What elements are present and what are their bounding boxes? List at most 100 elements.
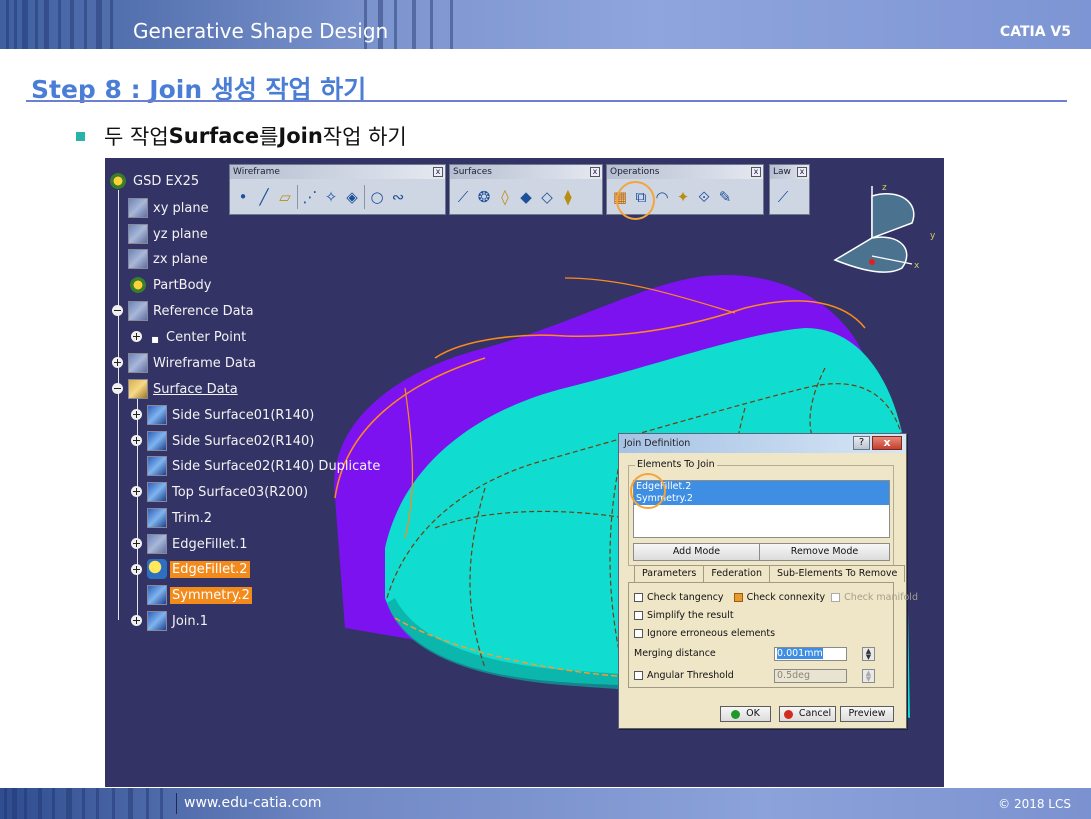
tree-item-xy-plane[interactable]: xy plane xyxy=(128,197,211,219)
extract-tool-icon[interactable]: ⟐ xyxy=(695,187,713,207)
specification-tree[interactable]: GSD EX25 xy plane yz plane zx plane Part… xyxy=(105,158,405,638)
multi-section-tool-icon[interactable]: ◇ xyxy=(538,187,556,207)
ignore-erroneous-option[interactable]: Ignore erroneous elements xyxy=(634,628,775,639)
expand-icon[interactable] xyxy=(131,538,142,549)
cancel-icon xyxy=(783,709,793,719)
edge-fillet-icon xyxy=(147,534,167,554)
partbody-gear-icon xyxy=(128,275,148,295)
toolbar-close-icon[interactable]: x xyxy=(433,167,443,177)
merging-distance-field[interactable]: 0.001mm xyxy=(774,647,847,661)
parallel-curve-tool-icon[interactable]: ◈ xyxy=(343,187,361,207)
tree-item-side-surface01[interactable]: Side Surface01(R140) xyxy=(147,404,316,426)
part-gear-icon xyxy=(108,171,128,191)
check-tangency-option[interactable]: Check tangency Check connexity Check man… xyxy=(634,592,918,603)
translate-tool-icon[interactable]: ✦ xyxy=(674,187,692,207)
compass-icon[interactable]: z y x xyxy=(830,178,935,288)
bullet-text-prefix: 두 작업 xyxy=(104,125,169,149)
join-icon xyxy=(147,611,167,631)
expand-icon[interactable] xyxy=(112,357,123,368)
tab-federation[interactable]: Federation xyxy=(703,565,770,582)
surface-icon xyxy=(147,482,167,502)
catia-3d-viewport[interactable]: GSD EX25 xy plane yz plane zx plane Part… xyxy=(105,158,944,787)
toolbar-close-icon[interactable]: x xyxy=(751,167,761,177)
edge-fillet-icon xyxy=(147,559,167,579)
law-tool-icon[interactable]: ⟋ xyxy=(774,187,792,207)
collapse-icon[interactable] xyxy=(112,383,123,394)
tree-item-reference-data[interactable]: Reference Data xyxy=(128,300,256,322)
tree-root[interactable]: GSD EX25 xyxy=(108,170,201,192)
blend-tool-icon[interactable]: ⧫ xyxy=(559,187,577,207)
expand-icon[interactable] xyxy=(131,486,142,497)
extrapolate-tool-icon[interactable]: ✎ xyxy=(716,187,734,207)
toolbar-close-icon[interactable]: x xyxy=(590,167,600,177)
toolbar-wireframe[interactable]: Wireframe x • ╱ ▱ ⋰ ✧ ◈ ○ ∾ xyxy=(229,164,446,215)
line-tool-icon[interactable]: ╱ xyxy=(255,187,273,207)
tree-item-wireframe-data[interactable]: Wireframe Data xyxy=(128,352,258,374)
tree-item-trim-2[interactable]: Trim.2 xyxy=(147,507,214,529)
tree-item-label: Side Surface02(R140) xyxy=(172,433,315,449)
close-button[interactable]: x xyxy=(872,436,902,450)
tree-item-edgefillet-1[interactable]: EdgeFillet.1 xyxy=(147,533,250,555)
circle-tool-icon[interactable]: ○ xyxy=(368,187,386,207)
simplify-checkbox[interactable] xyxy=(634,611,643,620)
tree-item-side-surface02-duplicate[interactable]: Side Surface02(R140) Duplicate xyxy=(147,455,382,477)
angular-threshold-row[interactable]: Angular Threshold xyxy=(634,670,734,681)
tree-item-symmetry-2[interactable]: Symmetry.2 xyxy=(147,584,252,606)
list-item[interactable]: Symmetry.2 xyxy=(634,493,889,505)
extrude-tool-icon[interactable]: ⟋ xyxy=(454,187,472,207)
list-item[interactable]: EdgeFillet.2 xyxy=(634,481,889,493)
expand-icon[interactable] xyxy=(131,564,142,575)
tree-item-partbody[interactable]: PartBody xyxy=(128,274,213,296)
ignore-erroneous-checkbox[interactable] xyxy=(634,629,643,638)
dialog-tabs[interactable]: Parameters Federation Sub-Elements To Re… xyxy=(634,565,906,582)
projection-tool-icon[interactable]: ⋰ xyxy=(301,187,319,207)
tab-parameters[interactable]: Parameters xyxy=(634,565,705,582)
geometrical-set-icon xyxy=(128,353,148,373)
point-tool-icon[interactable]: • xyxy=(234,187,252,207)
expand-icon[interactable] xyxy=(131,615,142,626)
toolbar-close-icon[interactable]: x xyxy=(797,167,807,177)
tab-sub-elements[interactable]: Sub-Elements To Remove xyxy=(768,565,906,582)
tree-item-surface-data[interactable]: Surface Data xyxy=(128,378,240,400)
help-button[interactable]: ? xyxy=(853,436,870,450)
bullet-point: 두 작업 Surface 를 Join 작업 하기 xyxy=(76,121,407,151)
fill-tool-icon[interactable]: ◆ xyxy=(517,187,535,207)
tree-item-side-surface02[interactable]: Side Surface02(R140) xyxy=(147,430,316,452)
geometrical-set-icon xyxy=(128,379,148,399)
join-definition-dialog[interactable]: Join Definition ? x Elements To Join Edg… xyxy=(618,433,918,729)
tree-item-yz-plane[interactable]: yz plane xyxy=(128,223,210,245)
toolbar-surfaces[interactable]: Surfaces x ⟋ ❂ ◊ ◆ ◇ ⧫ xyxy=(449,164,603,215)
tree-item-edgefillet-2[interactable]: EdgeFillet.2 xyxy=(147,558,250,580)
tree-item-label: Trim.2 xyxy=(172,510,213,526)
add-mode-button[interactable]: Add Mode xyxy=(633,543,760,561)
check-connexity-checkbox[interactable] xyxy=(733,593,743,602)
preview-button[interactable]: Preview xyxy=(840,706,894,722)
remove-mode-button[interactable]: Remove Mode xyxy=(759,543,890,561)
check-tangency-label: Check tangency xyxy=(647,592,724,603)
sweep-tool-icon[interactable]: ◊ xyxy=(496,187,514,207)
cancel-button[interactable]: Cancel xyxy=(779,706,836,722)
check-tangency-checkbox[interactable] xyxy=(634,593,643,602)
plane-tool-icon[interactable]: ▱ xyxy=(276,187,294,207)
elements-list[interactable]: EdgeFillet.2 Symmetry.2 xyxy=(633,480,890,538)
intersection-tool-icon[interactable]: ✧ xyxy=(322,187,340,207)
tree-item-zx-plane[interactable]: zx plane xyxy=(128,248,210,270)
ok-button[interactable]: OK xyxy=(720,706,771,722)
tree-item-center-point[interactable]: ▪ Center Point xyxy=(151,326,248,348)
offset-tool-icon[interactable]: ❂ xyxy=(475,187,493,207)
fillet-tool-icon[interactable]: ◠ xyxy=(653,187,671,207)
spline-tool-icon[interactable]: ∾ xyxy=(389,187,407,207)
simplify-option[interactable]: Simplify the result xyxy=(634,610,734,621)
tree-item-join-1[interactable]: Join.1 xyxy=(147,610,210,632)
dialog-titlebar[interactable]: Join Definition ? x xyxy=(619,434,906,453)
expand-icon[interactable] xyxy=(131,409,142,420)
expand-icon[interactable] xyxy=(131,435,142,446)
toolbar-law[interactable]: Law x ⟋ xyxy=(769,164,810,215)
expand-icon[interactable] xyxy=(131,331,142,342)
angular-threshold-checkbox[interactable] xyxy=(634,671,643,680)
collapse-icon[interactable] xyxy=(112,305,123,316)
axis-z-label: z xyxy=(882,183,887,193)
merging-distance-spinner[interactable]: ▲ ▼ xyxy=(862,647,875,661)
bullet-text-join: Join xyxy=(278,124,323,148)
tree-item-top-surface03[interactable]: Top Surface03(R200) xyxy=(147,481,310,503)
